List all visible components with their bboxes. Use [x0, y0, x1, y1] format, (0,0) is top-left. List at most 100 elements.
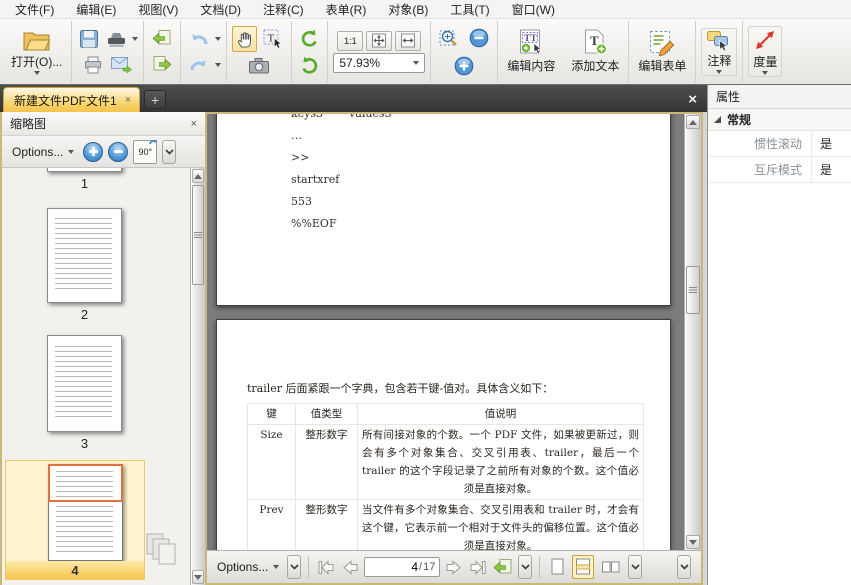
edit-form-button[interactable]: 编辑表单 — [634, 29, 690, 75]
marquee-zoom-button[interactable] — [436, 25, 463, 51]
nav-options-button[interactable]: Options... — [213, 557, 283, 577]
svg-text:T: T — [268, 32, 275, 44]
open-button[interactable]: 打开(O)... — [7, 28, 66, 76]
zoom-out-button[interactable] — [466, 25, 492, 51]
menu-view[interactable]: 视图(V) — [127, 0, 189, 19]
scan-button[interactable] — [104, 27, 129, 51]
snapshot-button[interactable] — [246, 54, 272, 78]
scroll-down-button[interactable] — [192, 570, 204, 584]
email-icon — [111, 56, 132, 73]
document-view[interactable]: keys3 values3 … >> startxref 553 %%EOF t… — [205, 112, 703, 585]
menu-file[interactable]: 文件(F) — [4, 0, 65, 19]
scrollbar-thumb[interactable] — [192, 185, 204, 285]
properties-section-general[interactable]: 常规 — [708, 109, 851, 131]
measure-dropdown-caret-icon[interactable] — [762, 71, 768, 75]
nav-options-expand-button[interactable] — [287, 555, 301, 579]
rotate-ccw-button[interactable] — [297, 26, 322, 51]
document-scrollbar[interactable] — [684, 114, 701, 550]
property-value[interactable]: 是 — [812, 161, 832, 178]
edit-content-button[interactable]: T T 编辑内容 — [503, 28, 559, 75]
properties-panel-header: 属性 — [708, 85, 851, 109]
marquee-zoom-icon — [439, 28, 460, 48]
scrollbar-thumb[interactable] — [686, 266, 700, 314]
redo-button[interactable] — [186, 53, 212, 77]
redo-dropdown-caret-icon[interactable] — [215, 63, 221, 67]
rotate-cw-button[interactable] — [297, 53, 322, 78]
layout-expand-button[interactable] — [628, 555, 642, 579]
menu-document[interactable]: 文档(D) — [189, 0, 252, 19]
save-print-group — [72, 21, 144, 82]
measure-button[interactable]: 度量 — [748, 26, 782, 77]
property-label: 惯性滚动 — [708, 131, 812, 156]
zoom-level-select[interactable]: 57.93% — [333, 53, 425, 73]
scroll-up-button[interactable] — [192, 169, 204, 183]
hand-tool-button[interactable] — [232, 26, 257, 52]
tab-close-icon[interactable]: × — [125, 95, 131, 105]
page-number-input[interactable] — [388, 560, 418, 574]
continuous-view-button[interactable] — [572, 555, 594, 579]
next-page-button[interactable] — [444, 558, 463, 577]
select-text-icon: T — [263, 29, 283, 49]
fit-page-button[interactable] — [366, 31, 392, 51]
comment-dropdown-caret-icon[interactable] — [716, 70, 722, 74]
menu-edit[interactable]: 编辑(E) — [65, 0, 127, 19]
tab-active-document[interactable]: 新建文件PDF文件1 × — [3, 87, 140, 112]
email-button[interactable] — [108, 53, 135, 77]
paste-back-button[interactable] — [149, 27, 175, 51]
menu-form[interactable]: 表单(R) — [315, 0, 378, 19]
scroll-down-button[interactable] — [686, 535, 700, 549]
thumbnail-options-button[interactable]: Options... — [8, 142, 78, 162]
previous-view-button[interactable] — [492, 558, 514, 577]
actual-size-button[interactable]: 1:1 — [337, 31, 363, 51]
header-key: 键 — [248, 404, 296, 425]
undo-button[interactable] — [186, 27, 212, 51]
fit-page-icon — [371, 33, 387, 48]
tabbar-close-icon[interactable]: × — [688, 93, 697, 107]
thumbnail-page-2[interactable] — [47, 208, 122, 303]
thumbnail-page-4[interactable] — [48, 464, 123, 561]
first-page-button[interactable] — [316, 558, 337, 577]
thumbnail-page-1[interactable] — [47, 168, 122, 172]
menu-window[interactable]: 窗口(W) — [501, 0, 566, 19]
prev-page-button[interactable] — [341, 558, 360, 577]
rotate-more-button[interactable] — [162, 140, 176, 164]
thumbnail-zoom-out-button[interactable] — [108, 142, 128, 162]
zoom-in-button[interactable] — [451, 53, 477, 79]
fit-width-button[interactable] — [395, 31, 421, 51]
prev-page-icon — [342, 559, 359, 576]
thumbnail-toolbar: Options... 90° — [2, 136, 205, 168]
print-button[interactable] — [81, 53, 105, 77]
thumbnail-panel-close-icon[interactable]: × — [191, 118, 197, 130]
add-text-button[interactable]: T 添加文本 — [567, 28, 623, 75]
viewport-indicator[interactable] — [48, 464, 123, 502]
grip-icon — [194, 232, 202, 238]
edit-text-group: T T 编辑内容 T 添加文本 — [498, 21, 629, 82]
property-row: 互斥模式 是 — [708, 157, 851, 183]
thumbnail-page-3[interactable] — [47, 335, 122, 432]
toolbar-overflow-button[interactable] — [677, 555, 691, 579]
view-history-expand-button[interactable] — [518, 555, 532, 579]
rotate-90-button[interactable]: 90° — [133, 140, 157, 164]
page3-line: startxref — [291, 169, 670, 191]
last-page-button[interactable] — [467, 558, 488, 577]
add-text-label: 添加文本 — [571, 57, 619, 74]
facing-view-button[interactable] — [598, 556, 624, 578]
scan-dropdown-caret-icon[interactable] — [132, 37, 138, 41]
new-tab-button[interactable]: + — [144, 90, 166, 109]
comment-button[interactable]: 注释 — [701, 28, 737, 76]
undo-dropdown-caret-icon[interactable] — [215, 37, 221, 41]
single-page-view-button[interactable] — [547, 555, 568, 579]
page-arrow-left-icon — [152, 30, 172, 47]
property-value[interactable]: 是 — [812, 135, 832, 152]
thumbnail-scrollbar[interactable] — [190, 168, 205, 585]
thumbnail-zoom-in-button[interactable] — [83, 142, 103, 162]
thumbnail-panel-header: 缩略图 × — [2, 112, 205, 136]
menu-object[interactable]: 对象(B) — [377, 0, 439, 19]
menu-comment[interactable]: 注释(C) — [252, 0, 315, 19]
select-text-button[interactable]: T — [260, 26, 286, 52]
scroll-up-button[interactable] — [686, 115, 700, 129]
save-button[interactable] — [77, 27, 101, 51]
menu-tools[interactable]: 工具(T) — [439, 0, 500, 19]
paste-forward-button[interactable] — [149, 53, 175, 77]
open-dropdown-caret-icon[interactable] — [34, 71, 40, 75]
